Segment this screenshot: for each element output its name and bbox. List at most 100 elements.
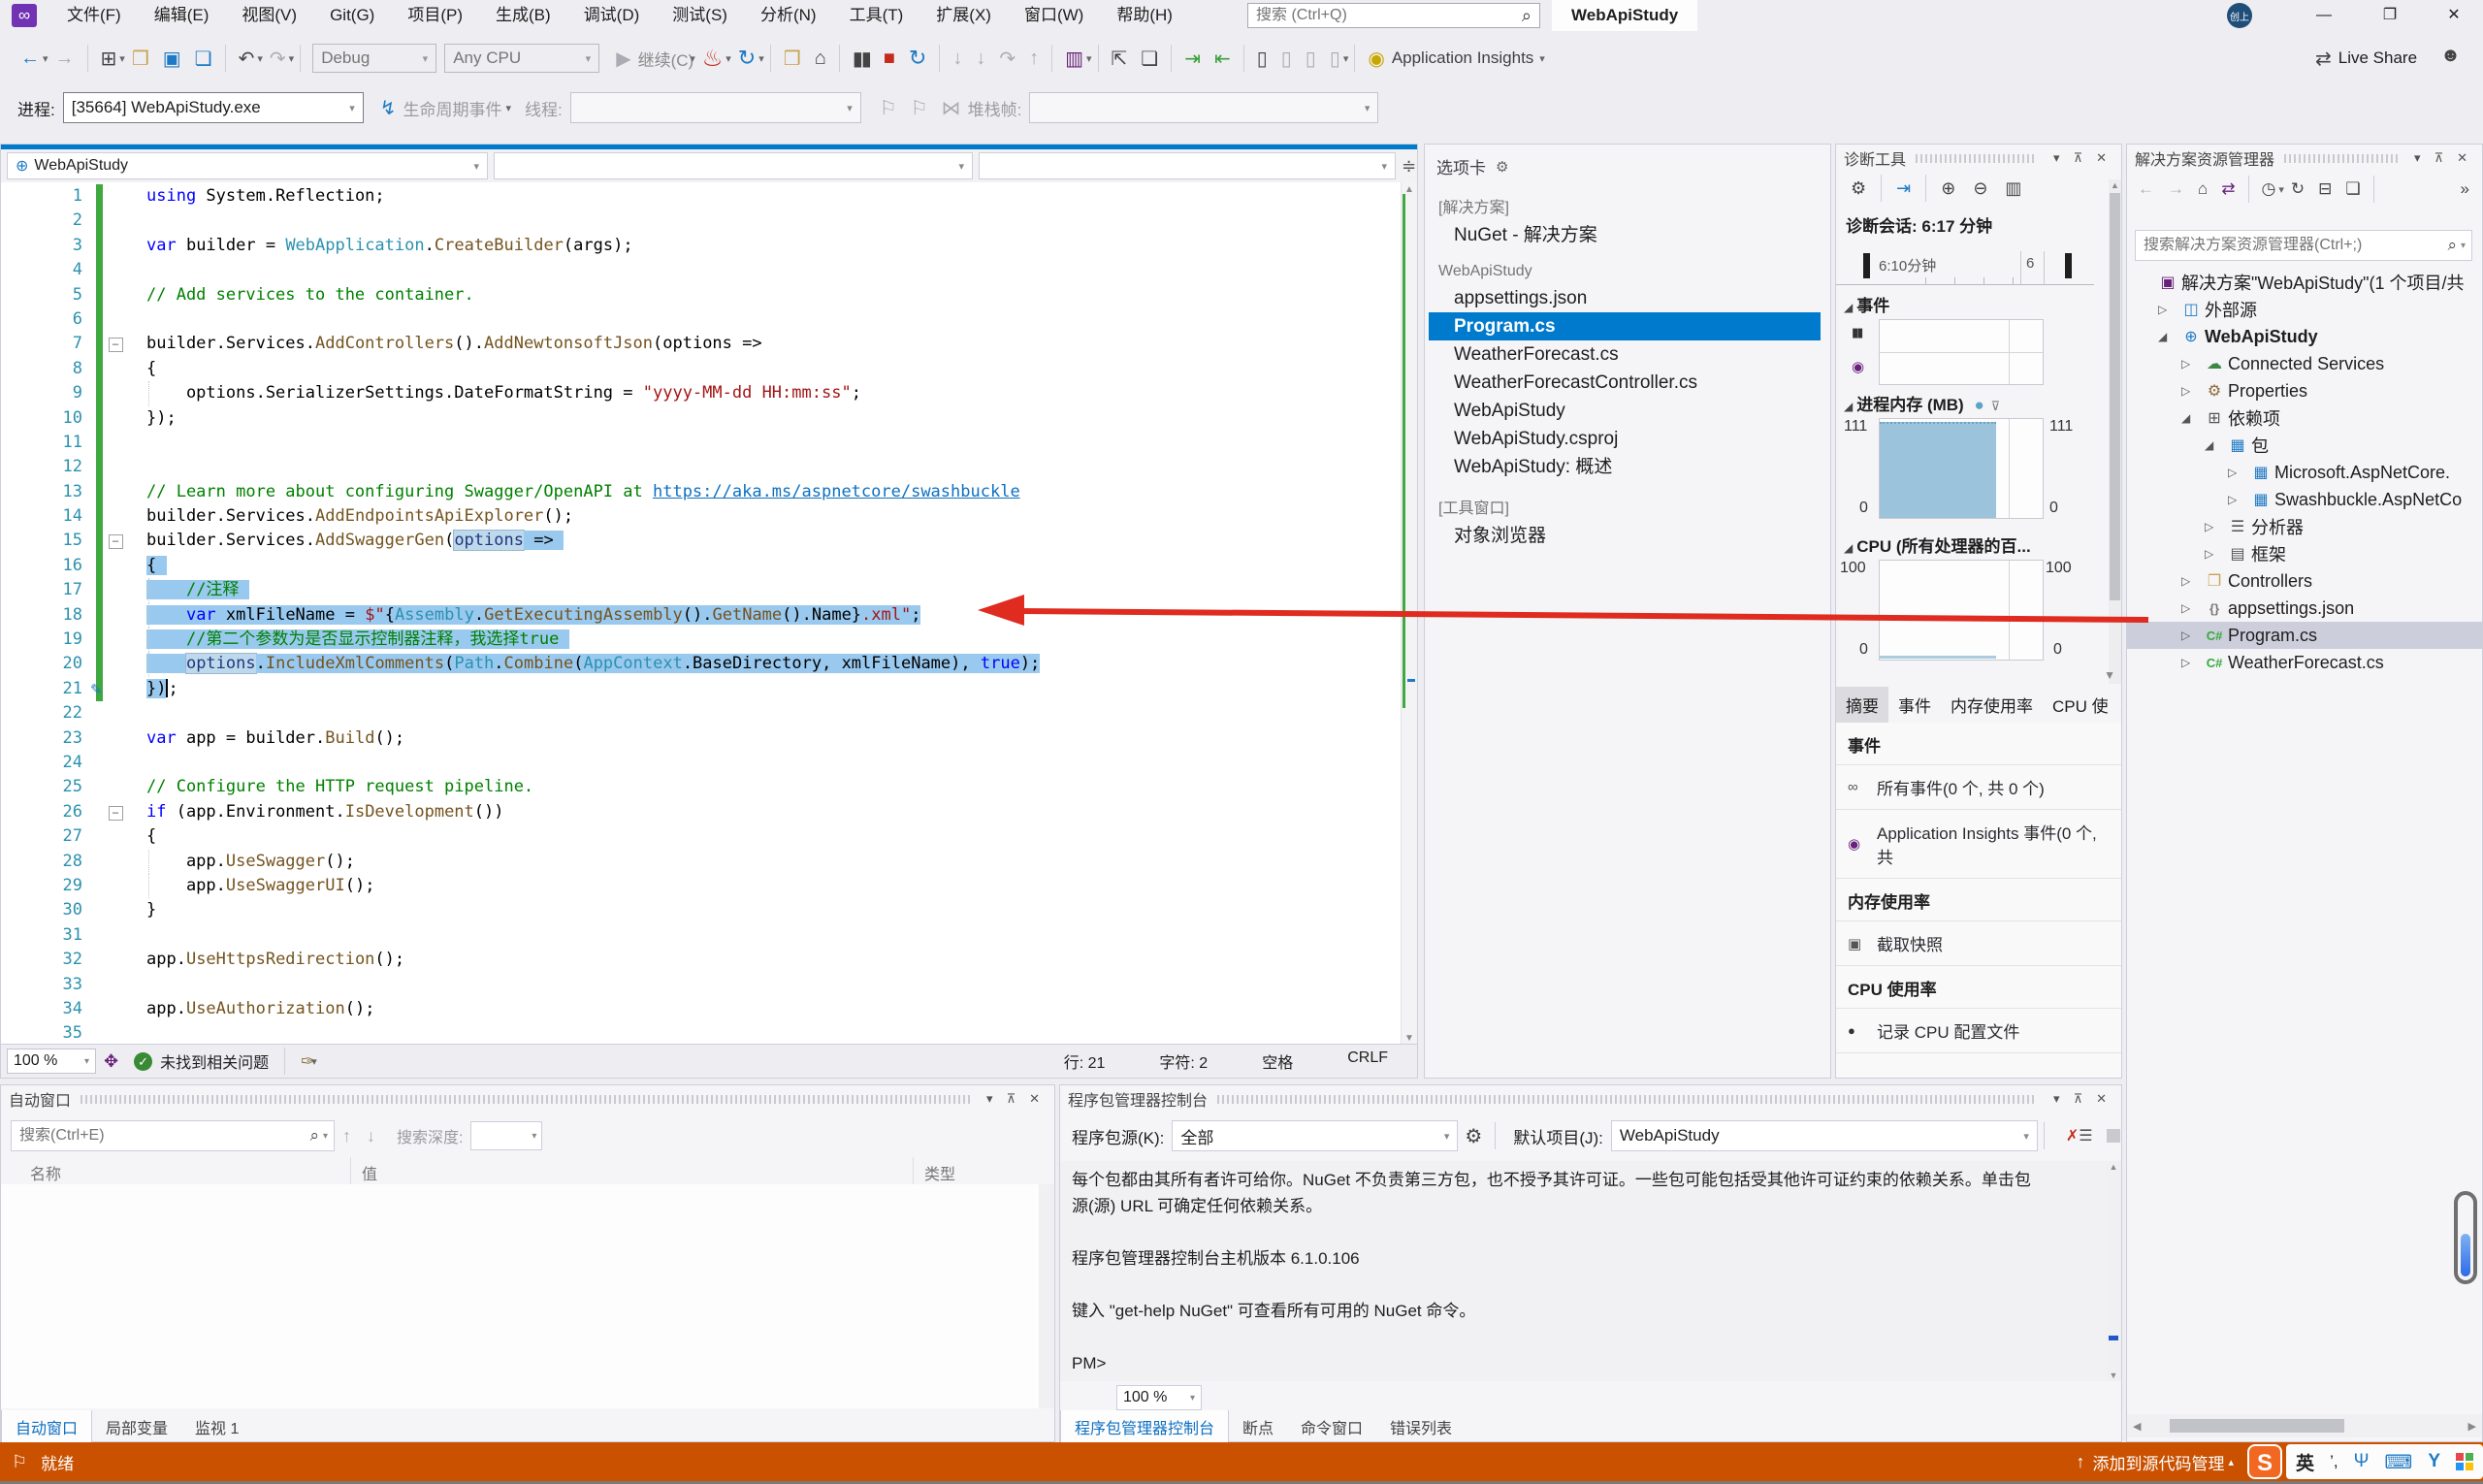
line-number[interactable]: 9 [1, 381, 82, 405]
code-text[interactable]: app.UseSwagger(); [128, 850, 1403, 874]
pin-icon[interactable]: ⊼ [2428, 150, 2451, 166]
continue-button[interactable]: 继续(C) [638, 47, 694, 71]
code-text[interactable]: options.SerializerSettings.DateFormatStr… [128, 381, 1403, 405]
step-into-icon[interactable]: ↓ [969, 48, 992, 70]
code-text[interactable] [128, 209, 1403, 233]
autos-scrollbar[interactable] [1039, 1184, 1054, 1408]
fold-margin[interactable] [103, 973, 128, 997]
solution-search-input[interactable] [2136, 237, 2447, 254]
code-line[interactable]: 35 [1, 1021, 1403, 1046]
chevron-down-icon[interactable]: ▾ [2047, 1091, 2067, 1107]
stop-debugging-icon[interactable]: ■ [877, 48, 902, 70]
summary-action[interactable]: ◉Application Insights 事件(0 个, 共 [1836, 810, 2121, 879]
more-options-icon[interactable]: » [2454, 179, 2476, 199]
tree-item[interactable]: ▷☰分析器 [2127, 513, 2482, 540]
browse-code-icon[interactable]: ❒ [777, 47, 808, 71]
fold-margin[interactable] [103, 898, 128, 922]
tree-item[interactable]: ▷C#WeatherForecast.cs [2127, 649, 2482, 676]
tree-item[interactable]: ▣解决方案"WebApiStudy"(1 个项目/共 [2127, 269, 2482, 296]
maximize-button[interactable]: ❐ [2361, 0, 2419, 31]
scroll-up-icon[interactable]: ▲ [2106, 1162, 2121, 1172]
fold-margin[interactable] [103, 406, 128, 431]
output-window-tab[interactable]: 断点 [1229, 1410, 1287, 1443]
output-window-tab[interactable]: 程序包管理器控制台 [1060, 1410, 1229, 1444]
close-icon[interactable]: ✕ [2089, 150, 2113, 166]
scroll-down-icon[interactable]: ▼ [2106, 1371, 2121, 1380]
expander-icon[interactable]: ▷ [2181, 357, 2201, 371]
toggle-current-thread-icon[interactable]: ⋈ [935, 96, 968, 120]
code-line[interactable]: 8{ [1, 357, 1403, 381]
stack-frame-dropdown[interactable]: ▾ [1029, 92, 1378, 123]
code-text[interactable]: // Configure the HTTP request pipeline. [128, 775, 1403, 799]
fold-margin[interactable] [103, 628, 128, 652]
flag-just-my-code-icon[interactable]: ⚐ [904, 96, 935, 120]
code-text[interactable]: using System.Reflection; [128, 184, 1403, 209]
continue-play-icon[interactable]: ▶ [609, 47, 637, 71]
navigate-forward-icon[interactable]: → [48, 48, 81, 70]
scroll-indicator-pill[interactable] [2454, 1191, 2477, 1284]
line-number[interactable]: 6 [1, 307, 82, 332]
line-number[interactable]: 24 [1, 751, 82, 775]
editor-zoom-dropdown[interactable]: 100 %▾ [7, 1048, 96, 1074]
fold-margin[interactable] [103, 578, 128, 602]
code-line[interactable]: 23var app = builder.Build(); [1, 726, 1403, 751]
document-tab[interactable]: 对象浏览器 [1429, 522, 1821, 550]
member-dropdown[interactable]: ▾ [979, 152, 1396, 179]
add-to-source-control-button[interactable]: 添加到源代码管理 [2093, 1450, 2225, 1474]
code-text[interactable]: var xmlFileName = $"{Assembly.GetExecuti… [128, 603, 1403, 628]
previous-bookmark-icon[interactable]: ▯ [1274, 47, 1299, 71]
drag-handle[interactable] [2284, 154, 2398, 163]
summary-action[interactable]: ▣截取快照 [1836, 921, 2121, 966]
menu-item[interactable]: Git(G) [313, 0, 391, 31]
document-tab[interactable]: WeatherForecast.cs [1429, 340, 1821, 369]
expander-icon[interactable]: ▷ [2181, 656, 2201, 669]
fold-margin[interactable] [103, 307, 128, 332]
code-line[interactable]: 25// Configure the HTTP request pipeline… [1, 775, 1403, 799]
code-text[interactable]: if (app.Environment.IsDevelopment()) [128, 800, 1403, 824]
cpu-chart[interactable] [1879, 560, 2044, 661]
fold-margin[interactable] [103, 751, 128, 775]
fold-margin[interactable] [103, 652, 128, 676]
code-line[interactable]: 10}); [1, 406, 1403, 431]
lifecycle-events-button[interactable]: 生命周期事件 [403, 96, 502, 120]
line-number[interactable]: 12 [1, 455, 82, 479]
document-tab[interactable]: NuGet - 解决方案 [1429, 221, 1821, 249]
code-line[interactable]: 33 [1, 973, 1403, 997]
scrollbar-thumb[interactable] [2170, 1419, 2344, 1433]
expander-icon[interactable]: ▷ [2228, 466, 2247, 479]
forward-icon[interactable]: → [2161, 179, 2191, 199]
search-previous-icon[interactable]: ↑ [335, 1126, 359, 1146]
console-scrollbar[interactable]: ▲ ▼ [2106, 1161, 2121, 1381]
fold-margin[interactable] [103, 850, 128, 874]
scroll-down-icon[interactable]: ▼ [1402, 1033, 1417, 1044]
console-zoom-dropdown[interactable]: 100 %▾ [1116, 1385, 1202, 1410]
ime-skin-icon[interactable]: Y [2428, 1451, 2440, 1472]
code-line[interactable]: 9 options.SerializerSettings.DateFormatS… [1, 381, 1403, 405]
tree-item[interactable]: ▷☁Connected Services [2127, 350, 2482, 377]
fold-margin[interactable] [103, 357, 128, 381]
code-line[interactable]: 2 [1, 209, 1403, 233]
code-text[interactable] [128, 431, 1403, 455]
type-dropdown[interactable]: ▾ [494, 152, 973, 179]
code-line[interactable]: 19 //第二个参数为是否显示控制器注释，我选择true [1, 628, 1403, 652]
line-number[interactable]: 17 [1, 578, 82, 602]
code-text[interactable] [128, 701, 1403, 726]
diagnostics-tab[interactable]: 摘要 [1836, 687, 1888, 723]
keyboard-icon[interactable]: ⌨ [2384, 1450, 2412, 1474]
code-text[interactable]: builder.Services.AddEndpointsApiExplorer… [128, 504, 1403, 529]
process-memory-header[interactable]: ◢进程内存 (MB) ● ⊽ [1844, 391, 2000, 415]
line-number[interactable]: 26 [1, 800, 82, 824]
tree-item[interactable]: ▷▦Microsoft.AspNetCore. [2127, 459, 2482, 486]
save-icon[interactable]: ▣ [156, 47, 188, 71]
restart-debugging-icon[interactable]: ↻ [902, 46, 933, 71]
solution-configuration-dropdown[interactable]: Debug▾ [312, 44, 436, 73]
fold-toggle-icon[interactable]: − [109, 338, 123, 352]
code-text[interactable]: }); [128, 677, 1403, 701]
fold-margin[interactable]: − [103, 332, 128, 356]
collapse-charts-icon[interactable]: ▼ [2104, 668, 2115, 682]
diagnostics-scrollbar[interactable]: ▲ [2109, 179, 2121, 684]
close-icon[interactable]: ✕ [2450, 150, 2474, 166]
code-text[interactable] [128, 923, 1403, 948]
code-line[interactable]: 6 [1, 307, 1403, 332]
session-timeline-ruler[interactable]: 6:10分钟 6 [1836, 251, 2094, 285]
